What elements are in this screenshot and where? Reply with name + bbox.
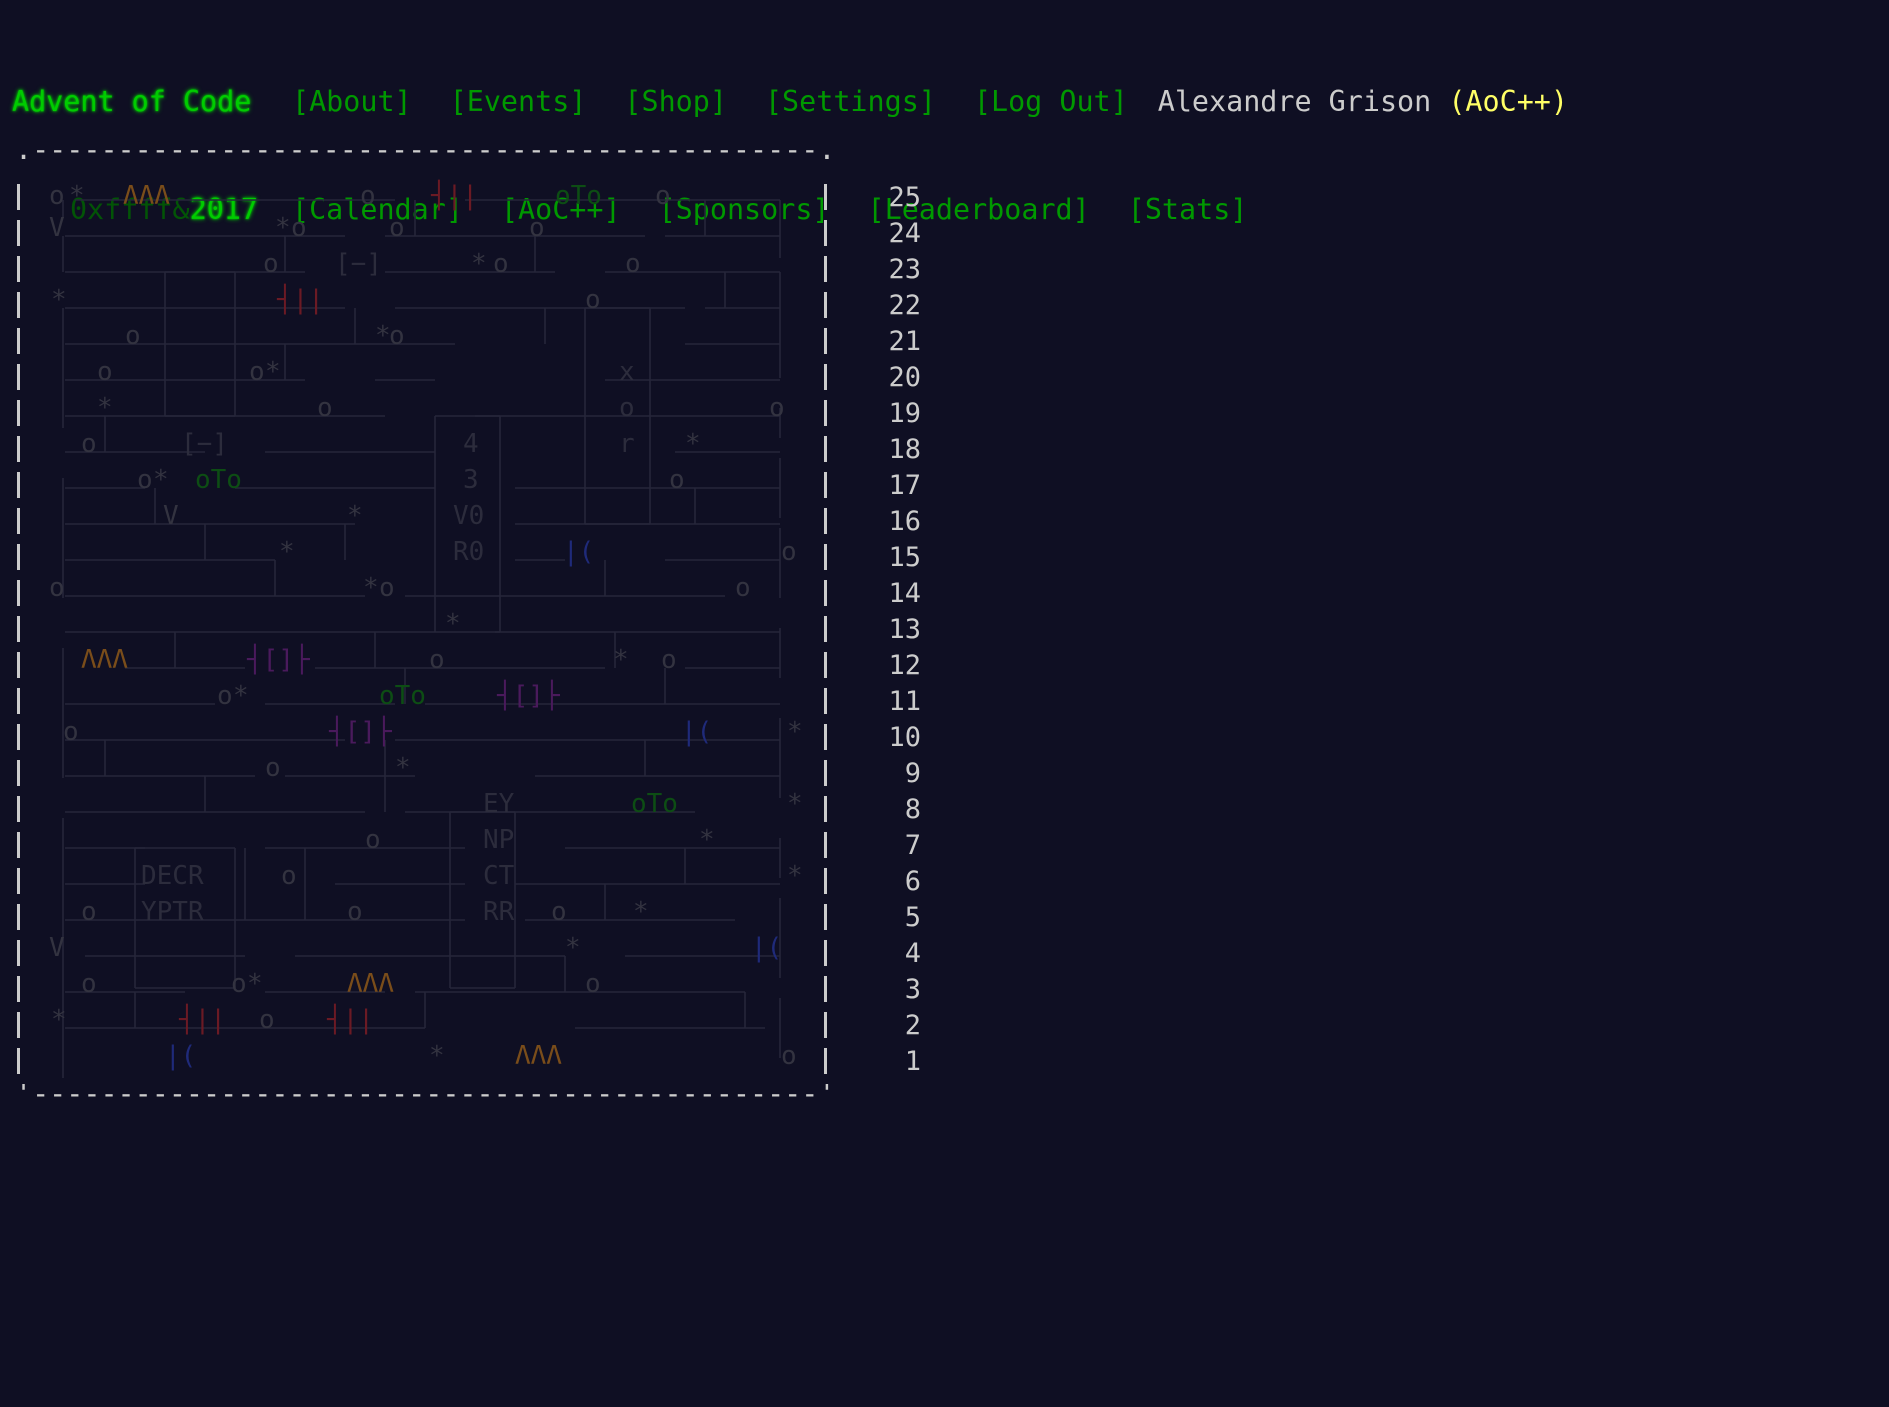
day-number: 11 xyxy=(888,686,921,717)
calendar-day-7[interactable]: 7 xyxy=(15,828,945,864)
calendar-day-25[interactable]: 25 xyxy=(15,180,945,216)
calendar-day-2[interactable]: 2 xyxy=(15,1008,945,1044)
day-number: 3 xyxy=(904,974,921,1005)
day-number: 20 xyxy=(888,362,921,393)
calendar-day-10[interactable]: 10 xyxy=(15,720,945,756)
calendar-day-24[interactable]: 24 xyxy=(15,216,945,252)
nav-about-link[interactable]: [About] xyxy=(292,85,412,118)
calendar-day-17[interactable]: 17 xyxy=(15,468,945,504)
day-number: 19 xyxy=(888,398,921,429)
calendar-day-3[interactable]: 3 xyxy=(15,972,945,1008)
calendar-day-8[interactable]: 8 xyxy=(15,792,945,828)
day-number: 25 xyxy=(888,182,921,213)
site-title-link[interactable]: Advent of Code xyxy=(12,84,292,120)
calendar-day-12[interactable]: 12 xyxy=(15,648,945,684)
day-number: 2 xyxy=(904,1010,921,1041)
day-number: 9 xyxy=(904,758,921,789)
day-number: 23 xyxy=(888,254,921,285)
day-number: 24 xyxy=(888,218,921,249)
day-number: 4 xyxy=(904,938,921,969)
calendar-day-15[interactable]: 15 xyxy=(15,540,945,576)
calendar-day-18[interactable]: 18 xyxy=(15,432,945,468)
day-number: 18 xyxy=(888,434,921,465)
day-number: 14 xyxy=(888,578,921,609)
calendar-day-6[interactable]: 6 xyxy=(15,864,945,900)
header-row-top: Advent of Code [About] [Events] [Shop] [Sett… xyxy=(12,84,1568,120)
calendar-day-14[interactable]: 14 xyxy=(15,576,945,612)
calendar-day-21[interactable]: 21 xyxy=(15,324,945,360)
day-number: 10 xyxy=(888,722,921,753)
calendar-frame-bottom: '---------------------------------------… xyxy=(15,1084,830,1104)
day-number: 17 xyxy=(888,470,921,501)
day-number: 7 xyxy=(904,830,921,861)
calendar-day-22[interactable]: 22 xyxy=(15,288,945,324)
nav-shop-link[interactable]: [Shop] xyxy=(624,85,727,118)
calendar-day-1[interactable]: 1 xyxy=(15,1044,945,1080)
day-number: 21 xyxy=(888,326,921,357)
calendar: .---------------------------------------… xyxy=(15,140,921,1104)
day-number: 8 xyxy=(904,794,921,825)
calendar-day-20[interactable]: 20 xyxy=(15,360,945,396)
user-name: Alexandre Grison xyxy=(1157,85,1432,118)
calendar-day-19[interactable]: 19 xyxy=(15,396,945,432)
calendar-day-9[interactable]: 9 xyxy=(15,756,945,792)
day-number: 22 xyxy=(888,290,921,321)
calendar-day-23[interactable]: 23 xyxy=(15,252,945,288)
day-number: 1 xyxy=(904,1046,921,1077)
calendar-day-11[interactable]: 11 xyxy=(15,684,945,720)
day-number: 12 xyxy=(888,650,921,681)
supporter-badge[interactable]: (AoC++) xyxy=(1448,84,1568,120)
calendar-day-13[interactable]: 13 xyxy=(15,612,945,648)
day-number: 15 xyxy=(888,542,921,573)
calendar-frame-top: .---------------------------------------… xyxy=(15,140,830,160)
day-number: 13 xyxy=(888,614,921,645)
calendar-day-16[interactable]: 16 xyxy=(15,504,945,540)
calendar-day-4[interactable]: 4 xyxy=(15,936,945,972)
nav-settings-link[interactable]: [Settings] xyxy=(765,85,936,118)
nav-events-link[interactable]: [Events] xyxy=(450,85,587,118)
day-number: 6 xyxy=(904,866,921,897)
main-nav: [About] [Events] [Shop] [Settings] [Log Out] xyxy=(292,84,1148,120)
nav-stats-link[interactable]: [Stats] xyxy=(1128,193,1248,226)
day-number: 5 xyxy=(904,902,921,933)
calendar-day-5[interactable]: 5 xyxy=(15,900,945,936)
day-number: 16 xyxy=(888,506,921,537)
nav-logout-link[interactable]: [Log Out] xyxy=(974,85,1128,118)
